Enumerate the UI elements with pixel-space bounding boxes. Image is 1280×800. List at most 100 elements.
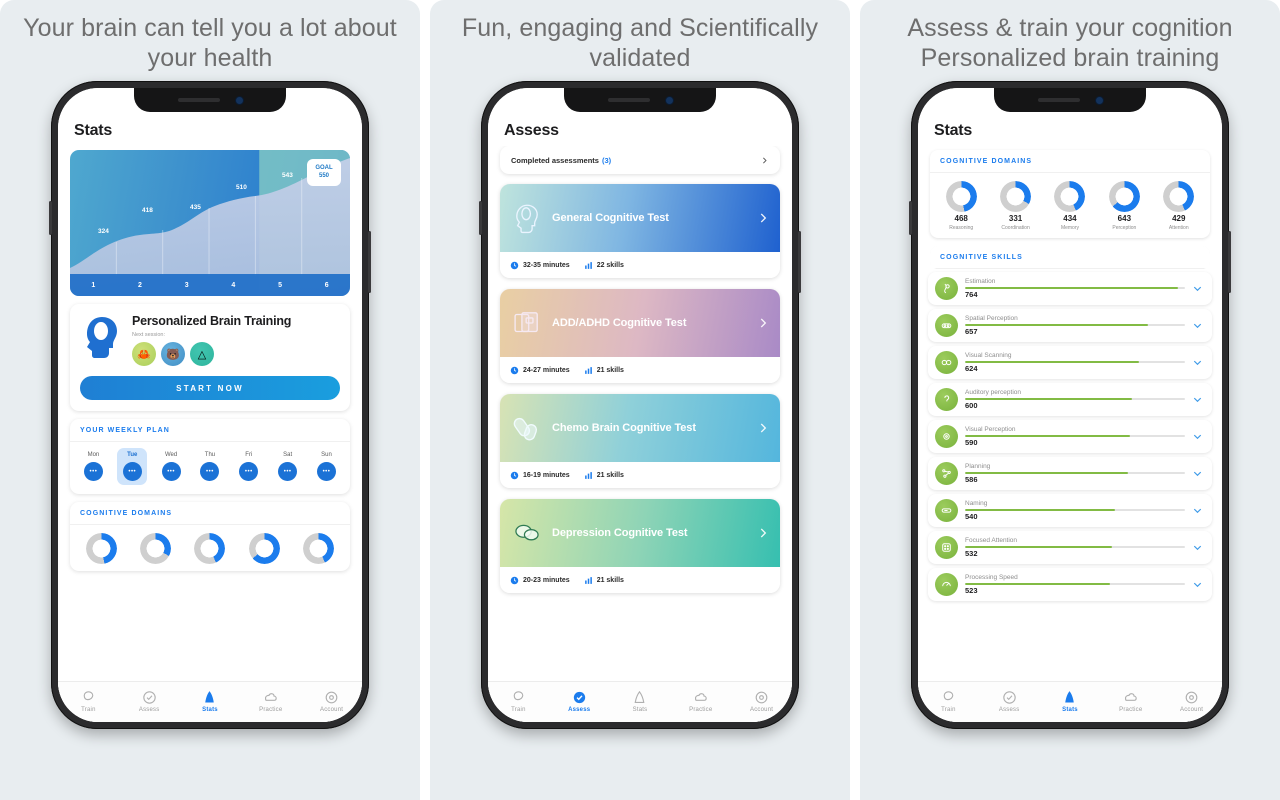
domain-item[interactable] — [248, 533, 280, 565]
skill-fill — [965, 434, 1130, 438]
stats-scroll-area[interactable]: 324 418 435 510 543 GOAL 550 1 2 3 4 5 6… — [58, 146, 362, 681]
chevron-down-icon[interactable] — [1192, 468, 1203, 479]
assessment-card-general[interactable]: General Cognitive Test 32-35 minutes 22 … — [500, 184, 780, 278]
skill-body: Processing Speed 523 — [965, 574, 1185, 595]
attention-icon — [935, 536, 958, 559]
domain-item-coordination[interactable]: 331 Coordination — [1000, 181, 1032, 231]
domain-item[interactable] — [303, 533, 335, 565]
domain-item[interactable] — [85, 533, 117, 565]
completed-assessments-row[interactable]: Completed assessments (3) — [500, 146, 780, 174]
domain-item[interactable] — [140, 533, 172, 565]
skills-meta: 21 skills — [584, 471, 624, 480]
domain-item-attention[interactable]: 429 Attention — [1163, 181, 1195, 231]
start-now-button[interactable]: START NOW — [80, 376, 340, 401]
skill-row-auditory-perception[interactable]: Auditory perception 600 — [928, 383, 1212, 416]
tab-assess[interactable]: Assess — [123, 689, 175, 713]
chart-point-label: 435 — [190, 204, 201, 211]
skill-row-estimation[interactable]: Estimation 764 — [928, 272, 1212, 305]
stats-scroll-area-3[interactable]: COGNITIVE DOMAINS 468 Reasoning 331 Coor… — [918, 146, 1222, 681]
skill-row-processing-speed[interactable]: Processing Speed 523 — [928, 568, 1212, 601]
day-thu[interactable]: Thu ••• — [195, 448, 225, 485]
tab-practice[interactable]: Practice — [675, 689, 727, 713]
domain-item[interactable] — [194, 533, 226, 565]
tab-practice[interactable]: Practice — [1105, 689, 1157, 713]
weekly-plan-card: YOUR WEEKLY PLAN Mon ••• Tue ••• Wed ••• Th… — [70, 419, 350, 495]
personalized-training-card[interactable]: Personalized Brain Training Next session… — [70, 304, 350, 412]
chevron-down-icon[interactable] — [1192, 505, 1203, 516]
tab-bar-3[interactable]: Train Assess Stats Practice Account — [918, 681, 1222, 722]
stats-app-1: Stats 324 418 435 510 543 GOAL 550 1 2 3… — [58, 88, 362, 722]
chevron-down-icon[interactable] — [1192, 357, 1203, 368]
domain-item-reasoning[interactable]: 468 Reasoning — [945, 181, 977, 231]
skill-fill — [965, 360, 1139, 364]
day-tue[interactable]: Tue ••• — [117, 448, 148, 486]
domain-item-memory[interactable]: 434 Memory — [1054, 181, 1086, 231]
tab-train[interactable]: Train — [62, 689, 114, 713]
tab-assess[interactable]: Assess — [983, 689, 1035, 713]
skill-row-visual-perception[interactable]: Visual Perception 590 — [928, 420, 1212, 453]
tab-account[interactable]: Account — [1166, 689, 1218, 713]
phone-screen-1: Stats 324 418 435 510 543 GOAL 550 1 2 3… — [58, 88, 362, 722]
tab-stats[interactable]: Stats — [614, 689, 666, 713]
assess-scroll-area[interactable]: Completed assessments (3) General Cognit… — [488, 146, 792, 681]
tab-stats[interactable]: Stats — [1044, 689, 1096, 713]
skill-body: Visual Scanning 624 — [965, 352, 1185, 373]
chevron-down-icon[interactable] — [1192, 394, 1203, 405]
skill-row-visual-scanning[interactable]: Visual Scanning 624 — [928, 346, 1212, 379]
skill-body: Naming 540 — [965, 500, 1185, 521]
pbt-content: Personalized Brain Training Next session… — [70, 304, 350, 370]
tab-train[interactable]: Train — [922, 689, 974, 713]
chart-bell-icon — [1065, 691, 1075, 703]
chevron-down-icon[interactable] — [1192, 579, 1203, 590]
tab-bar-1[interactable]: Train Assess Stats Practice Account — [58, 681, 362, 722]
pbt-subtitle: Next session: — [132, 332, 166, 339]
skill-row-planning[interactable]: Planning 586 — [928, 457, 1212, 490]
chevron-down-icon[interactable] — [1192, 542, 1203, 553]
phone-screen-2: Assess Completed assessments (3) General… — [488, 88, 792, 722]
skill-row-spatial-perception[interactable]: Spatial Perception 657 — [928, 309, 1212, 342]
assessment-card-adhd[interactable]: ADD/ADHD Cognitive Test 24-27 minutes 21… — [500, 289, 780, 383]
tab-train[interactable]: Train — [492, 689, 544, 713]
skill-row-focused-attention[interactable]: Focused Attention 532 — [928, 531, 1212, 564]
chevron-down-icon[interactable] — [1192, 283, 1203, 294]
panel-3-headline: Assess & train your cognition Personaliz… — [907, 14, 1233, 72]
skill-value: 657 — [965, 327, 978, 337]
skill-body: Estimation 764 — [965, 277, 1185, 299]
promo-panel-1: Your brain can tell you a lot about your… — [0, 0, 420, 800]
day-fri[interactable]: Fri ••• — [234, 448, 264, 485]
tab-account[interactable]: Account — [306, 689, 358, 713]
clock-icon — [510, 471, 519, 479]
chart-bell-icon — [205, 691, 215, 703]
skill-name: Auditory perception — [965, 388, 1022, 396]
card-meta: 24-27 minutes 21 skills — [500, 357, 780, 383]
skills-text: 21 skills — [596, 471, 624, 479]
assessment-card-chemo[interactable]: Chemo Brain Cognitive Test 16-19 minutes — [500, 394, 780, 488]
skill-row-naming[interactable]: Naming 540 — [928, 494, 1212, 527]
assessment-card-depression[interactable]: Depression Cognitive Test 20-23 minutes — [500, 499, 780, 593]
chevron-right-icon — [760, 318, 767, 328]
speed-icon — [935, 573, 958, 596]
tab-assess[interactable]: Assess — [553, 689, 605, 713]
planning-icon — [935, 462, 958, 485]
game-icon-shapes[interactable]: △ — [190, 342, 214, 367]
tab-bar-2[interactable]: Train Assess Stats Practice Account — [488, 681, 792, 722]
donut-gauge — [194, 533, 226, 565]
tab-practice[interactable]: Practice — [245, 689, 297, 713]
game-icon-bear[interactable]: 🐻 — [161, 342, 185, 367]
day-mon[interactable]: Mon ••• — [78, 448, 108, 485]
skill-name: Estimation — [965, 277, 996, 285]
progress-chart[interactable]: 324 418 435 510 543 GOAL 550 1 2 3 4 5 6 — [70, 150, 350, 296]
domain-item-perception[interactable]: 643 Perception — [1108, 181, 1140, 231]
tab-account[interactable]: Account — [736, 689, 788, 713]
day-sat[interactable]: Sat ••• — [273, 448, 303, 485]
day-label: Tue — [127, 452, 138, 459]
skill-body: Visual Perception 590 — [965, 426, 1185, 447]
day-sun[interactable]: Sun ••• — [311, 448, 341, 485]
day-wed[interactable]: Wed ••• — [156, 448, 186, 485]
phone-mockup-1: Stats 324 418 435 510 543 GOAL 550 1 2 3… — [49, 81, 371, 729]
chevron-down-icon[interactable] — [1192, 320, 1203, 331]
chevron-down-icon[interactable] — [1192, 431, 1203, 442]
game-icon-orange[interactable]: 🦀 — [132, 342, 156, 367]
x-tick: 1 — [91, 281, 96, 289]
tab-stats[interactable]: Stats — [184, 689, 236, 713]
